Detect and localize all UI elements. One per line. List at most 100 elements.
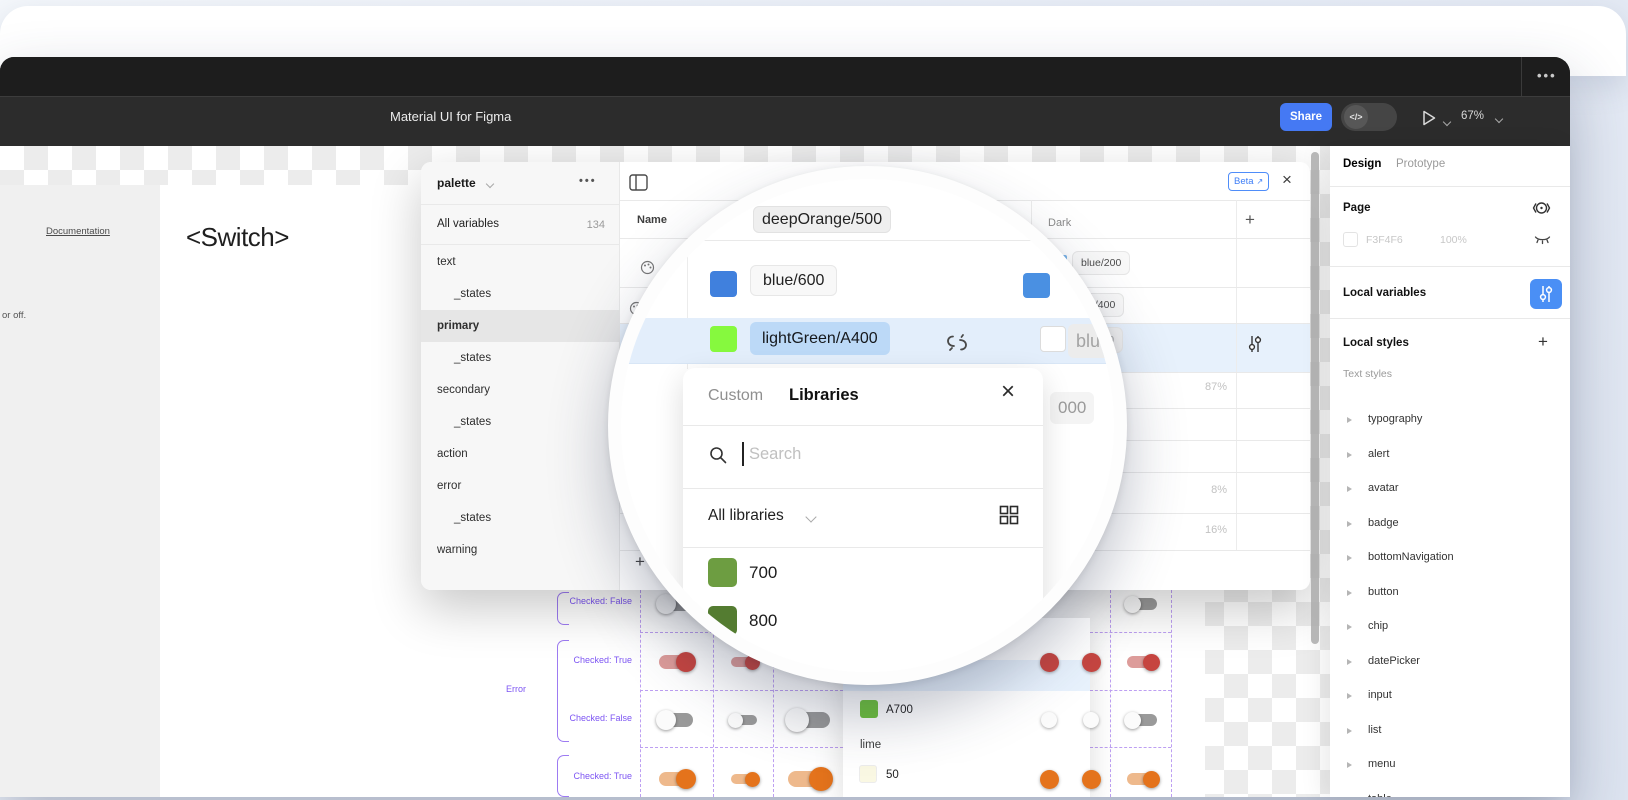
text-style-item[interactable]: typography: [1330, 412, 1570, 436]
collection-menu-icon[interactable]: •••: [579, 175, 597, 187]
grid-view-icon[interactable]: [999, 505, 1019, 525]
canvas-scrollbar[interactable]: [1311, 152, 1319, 644]
variable-group-item[interactable]: _states: [421, 406, 620, 438]
material-switch[interactable]: [731, 715, 757, 725]
dev-mode-toggle[interactable]: </>: [1341, 103, 1397, 131]
add-mode-button[interactable]: +: [1245, 210, 1255, 230]
adjust-variable-icon[interactable]: [1247, 334, 1263, 354]
material-switch[interactable]: [788, 712, 830, 728]
canvas[interactable]: Documentation or off. <Switch> Checked: …: [0, 146, 1330, 797]
text-style-item[interactable]: avatar: [1330, 481, 1570, 505]
variable-chip-magnified[interactable]: deepOrange/500: [753, 206, 891, 233]
switch-knob-fragment: [1041, 712, 1057, 728]
collection-chevron-icon: [486, 180, 494, 188]
library-filter-dropdown[interactable]: All libraries: [708, 507, 784, 525]
tab-libraries[interactable]: Libraries: [789, 386, 859, 405]
text-style-name: table: [1368, 793, 1392, 798]
material-switch[interactable]: [788, 771, 830, 787]
switch-knob: [745, 772, 760, 787]
hidden-eye-icon[interactable]: [1534, 233, 1551, 246]
variable-modes-icon[interactable]: [1532, 200, 1551, 216]
variable-group-item[interactable]: action: [421, 438, 620, 470]
expand-chevron-icon[interactable]: [1347, 728, 1352, 734]
variable-value[interactable]: 87%: [1161, 381, 1227, 393]
open-variables-button[interactable]: [1530, 279, 1562, 309]
text-style-item[interactable]: input: [1330, 688, 1570, 712]
text-style-item[interactable]: datePicker: [1330, 654, 1570, 678]
beta-badge[interactable]: Beta ↗: [1228, 172, 1269, 191]
library-item[interactable]: 800: [749, 611, 777, 631]
close-icon[interactable]: ×: [1282, 170, 1292, 190]
expand-chevron-icon[interactable]: [1347, 590, 1352, 596]
close-icon[interactable]: ×: [1001, 378, 1015, 406]
variable-value[interactable]: 16%: [1161, 524, 1227, 536]
documentation-link[interactable]: Documentation: [46, 226, 110, 237]
variable-chip-selected[interactable]: lightGreen/A400: [750, 322, 890, 355]
text-caret: [742, 442, 744, 466]
variable-chip-magnified[interactable]: blue: [1068, 324, 1118, 358]
page-color-swatch[interactable]: [1343, 232, 1358, 247]
tab-custom[interactable]: Custom: [708, 387, 763, 405]
expand-chevron-icon[interactable]: [1347, 555, 1352, 561]
library-item[interactable]: A700: [886, 704, 913, 716]
toggle-sidebar-icon[interactable]: [629, 174, 648, 191]
text-style-item[interactable]: menu: [1330, 757, 1570, 781]
collection-dropdown[interactable]: palette: [437, 176, 476, 190]
material-switch[interactable]: [731, 774, 757, 784]
library-item[interactable]: 50: [886, 769, 899, 781]
more-options-icon[interactable]: •••: [1537, 68, 1557, 83]
color-swatch: [1023, 273, 1050, 298]
expand-chevron-icon[interactable]: [1347, 486, 1352, 492]
page-color-hex[interactable]: F3F4F6: [1366, 234, 1403, 246]
text-style-item[interactable]: alert: [1330, 447, 1570, 471]
text-style-item[interactable]: bottomNavigation: [1330, 550, 1570, 574]
expand-chevron-icon[interactable]: [1347, 521, 1352, 527]
expand-chevron-icon[interactable]: [1347, 624, 1352, 630]
variable-chip-magnified[interactable]: blue/600: [750, 265, 837, 296]
present-play-icon[interactable]: [1420, 109, 1438, 127]
expand-chevron-icon[interactable]: [1347, 659, 1352, 665]
text-style-item[interactable]: chip: [1330, 619, 1570, 643]
variable-chip[interactable]: blue/200: [1072, 251, 1130, 275]
material-switch[interactable]: [1127, 598, 1157, 610]
search-input[interactable]: Search: [749, 445, 801, 464]
variable-group-item[interactable]: _states: [421, 342, 620, 374]
variable-group-item[interactable]: error: [421, 470, 620, 502]
text-style-item[interactable]: list: [1330, 723, 1570, 747]
expand-chevron-icon[interactable]: [1347, 417, 1352, 423]
text-style-item[interactable]: button: [1330, 585, 1570, 609]
expand-chevron-icon[interactable]: [1347, 693, 1352, 699]
variable-group-item[interactable]: _states: [421, 278, 620, 310]
text-style-item[interactable]: badge: [1330, 516, 1570, 540]
spec-dashed-line: [1171, 590, 1172, 797]
expand-chevron-icon[interactable]: [1347, 452, 1352, 458]
variable-group-item[interactable]: _states: [421, 502, 620, 534]
variable-group-item[interactable]: text: [421, 246, 620, 278]
share-button[interactable]: Share: [1280, 103, 1332, 131]
color-variable-icon: [640, 260, 655, 275]
variable-value[interactable]: 8%: [1161, 484, 1227, 496]
library-item[interactable]: 700: [749, 563, 777, 583]
variable-group-item[interactable]: warning: [421, 534, 620, 566]
material-switch[interactable]: [1127, 773, 1157, 785]
spec-dashed-line: [1090, 632, 1171, 633]
expand-chevron-icon[interactable]: [1347, 762, 1352, 768]
expand-chevron-icon[interactable]: [1347, 797, 1352, 798]
text-style-item[interactable]: table: [1330, 792, 1570, 798]
document-title[interactable]: Material UI for Figma: [390, 109, 511, 124]
variable-group-item[interactable]: secondary: [421, 374, 620, 406]
add-style-button[interactable]: +: [1538, 332, 1548, 352]
material-switch[interactable]: [1127, 714, 1157, 726]
variable-count: 134: [571, 219, 605, 231]
material-switch[interactable]: [659, 772, 693, 786]
page-color-opacity[interactable]: 100%: [1440, 234, 1467, 246]
all-variables-item[interactable]: All variables: [437, 218, 499, 230]
detach-variable-icon[interactable]: [944, 330, 970, 356]
variable-group-item[interactable]: primary: [421, 310, 620, 342]
material-switch[interactable]: [1127, 656, 1157, 668]
tab-prototype[interactable]: Prototype: [1396, 158, 1445, 170]
spec-row-label: Checked: True: [552, 655, 632, 665]
zoom-level[interactable]: 67%: [1461, 110, 1484, 122]
material-switch[interactable]: [659, 713, 693, 727]
tab-design[interactable]: Design: [1343, 158, 1381, 170]
